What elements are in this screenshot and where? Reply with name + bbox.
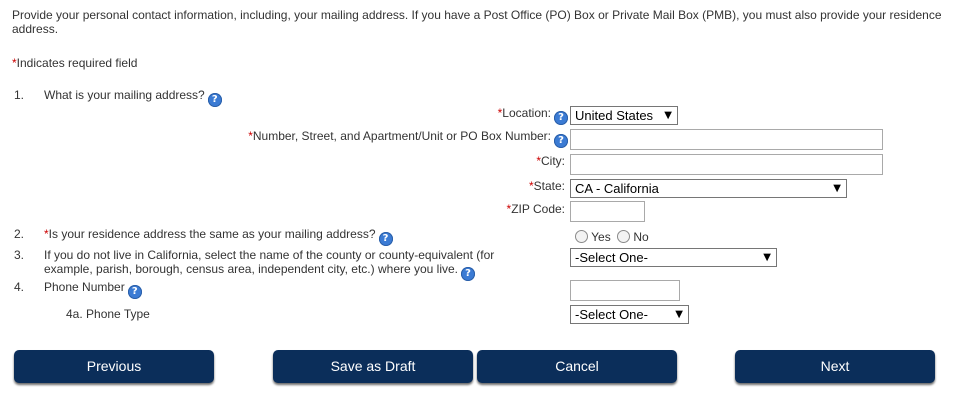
- street-label-text: Number, Street, and Apartment/Unit or PO…: [252, 129, 551, 143]
- help-icon[interactable]: ?: [554, 134, 568, 148]
- chevron-down-icon: ▼: [763, 252, 771, 263]
- q3-label-line2: example, parish, borough, census area, i…: [44, 262, 459, 276]
- street-label: *Number, Street, and Apartment/Unit or P…: [248, 129, 568, 148]
- q4-label-text: Phone Number: [44, 280, 125, 294]
- required-note: *Indicates required field: [12, 56, 137, 70]
- city-input[interactable]: [570, 154, 883, 175]
- zip-input[interactable]: [570, 201, 645, 222]
- q1-number: 1.: [14, 88, 25, 102]
- state-label: *State:: [529, 179, 565, 193]
- q3-label-line1: If you do not live in California, select…: [44, 248, 495, 262]
- cancel-button[interactable]: Cancel: [477, 350, 677, 383]
- radio-yes-label[interactable]: Yes: [591, 230, 611, 244]
- q1-label: What is your mailing address??: [44, 88, 222, 107]
- street-input[interactable]: [570, 129, 883, 150]
- city-label-text: City:: [541, 154, 565, 168]
- help-icon[interactable]: ?: [378, 232, 393, 246]
- phone-input[interactable]: [570, 280, 680, 301]
- chevron-down-icon: ▼: [664, 110, 672, 121]
- q3-number: 3.: [14, 248, 25, 262]
- help-icon[interactable]: ?: [207, 93, 222, 107]
- q4a-label: 4a. Phone Type: [66, 307, 150, 321]
- location-select[interactable]: United States ▼: [570, 106, 678, 125]
- state-label-text: State:: [533, 179, 565, 193]
- radio-yes[interactable]: Yes: [575, 230, 611, 244]
- radio-no-circle[interactable]: [617, 230, 631, 243]
- state-select-value: CA - California: [575, 181, 659, 196]
- county-select[interactable]: -Select One- ▼: [570, 248, 777, 267]
- location-label-text: Location:: [502, 106, 551, 120]
- zip-label: *ZIP Code:: [507, 202, 565, 216]
- radio-no[interactable]: No: [617, 230, 649, 244]
- q4-label: Phone Number?: [44, 280, 142, 299]
- zip-label-text: ZIP Code:: [511, 202, 565, 216]
- radio-no-label[interactable]: No: [633, 230, 648, 244]
- chevron-down-icon: ▼: [833, 183, 841, 194]
- save-draft-button[interactable]: Save as Draft: [273, 350, 473, 383]
- help-icon[interactable]: ?: [461, 267, 476, 281]
- required-note-text: Indicates required field: [16, 56, 138, 70]
- state-select[interactable]: CA - California ▼: [570, 179, 847, 198]
- q1-label-text: What is your mailing address?: [44, 88, 205, 102]
- q3-label: If you do not live in California, select…: [44, 248, 494, 281]
- help-icon[interactable]: ?: [554, 111, 568, 125]
- q2-label-text: Is your residence address the same as yo…: [48, 227, 376, 241]
- location-label: *Location:?: [498, 106, 568, 125]
- intro-text: Provide your personal contact informatio…: [12, 8, 942, 36]
- previous-button[interactable]: Previous: [14, 350, 214, 383]
- q2-number: 2.: [14, 227, 25, 241]
- help-icon[interactable]: ?: [127, 285, 142, 299]
- radio-yes-circle[interactable]: [575, 230, 588, 243]
- q2-label: *Is your residence address the same as y…: [44, 227, 393, 246]
- phone-type-select-value: -Select One-: [575, 307, 648, 322]
- chevron-down-icon: ▼: [675, 309, 683, 320]
- county-select-value: -Select One-: [575, 250, 648, 265]
- residence-radio-group: Yes No: [575, 230, 649, 244]
- q4-number: 4.: [14, 280, 25, 294]
- next-button[interactable]: Next: [735, 350, 935, 383]
- location-select-value: United States: [575, 108, 654, 123]
- phone-type-select[interactable]: -Select One- ▼: [570, 305, 689, 324]
- city-label: *City:: [536, 154, 565, 168]
